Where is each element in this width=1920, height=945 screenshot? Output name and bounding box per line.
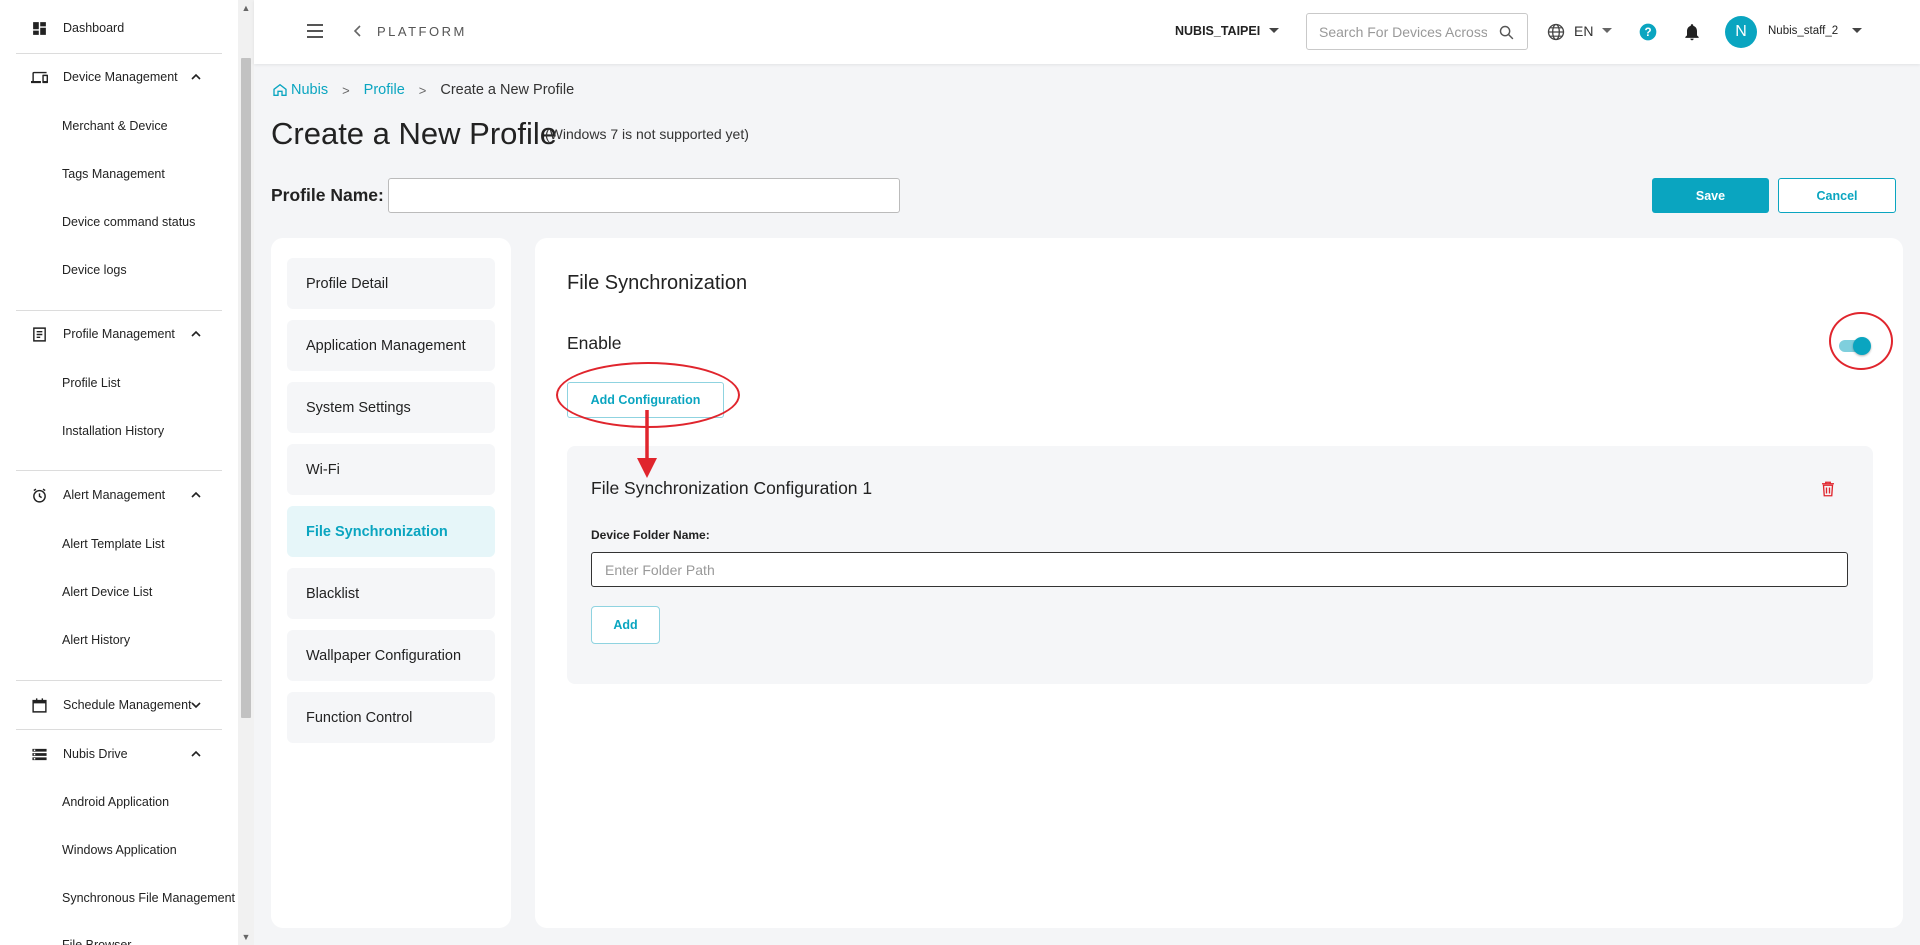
sidebar-item-installation-history[interactable]: Installation History: [62, 421, 164, 441]
configuration-title: File Synchronization Configuration 1: [591, 478, 873, 498]
caret-down-icon[interactable]: [1602, 28, 1612, 33]
enable-toggle[interactable]: [1837, 336, 1871, 356]
sidebar-item-dashboard[interactable]: Dashboard: [16, 10, 222, 46]
sidebar-item-device-command-status[interactable]: Device command status: [62, 212, 195, 232]
chevron-up-icon: [190, 748, 202, 760]
profile-name-label: Profile Name:: [271, 185, 384, 205]
chevron-up-icon: [190, 71, 202, 83]
breadcrumb-current: Create a New Profile: [440, 82, 575, 98]
scroll-up-arrow[interactable]: ▲: [241, 3, 251, 13]
add-folder-button[interactable]: Add: [591, 606, 660, 644]
sidebar-scrollbar[interactable]: ▲ ▼: [238, 0, 254, 945]
organization-selector[interactable]: NUBIS_TAIPEI: [1175, 24, 1260, 38]
file-sync-panel: File Synchronization Enable Add Configur…: [535, 238, 1903, 928]
dashboard-icon: [30, 19, 48, 37]
sidebar-item-alert-history[interactable]: Alert History: [62, 630, 130, 650]
nav-wallpaper-configuration[interactable]: Wallpaper Configuration: [287, 630, 495, 681]
breadcrumb-profile[interactable]: Profile: [364, 82, 405, 98]
alarm-icon: [30, 486, 48, 504]
nav-application-management[interactable]: Application Management: [287, 320, 495, 371]
nav-system-settings[interactable]: System Settings: [287, 382, 495, 433]
home-icon[interactable]: [272, 82, 288, 98]
platform-label: PLATFORM: [377, 24, 467, 39]
sidebar-item-profile-list[interactable]: Profile List: [62, 373, 120, 393]
search-icon[interactable]: [1498, 24, 1515, 41]
calendar-icon: [30, 696, 48, 714]
sidebar-group-profile-management[interactable]: Profile Management: [16, 316, 222, 352]
folder-path-input[interactable]: [591, 552, 1848, 587]
sidebar-group-nubis-drive[interactable]: Nubis Drive: [16, 736, 222, 772]
chevron-up-icon: [190, 328, 202, 340]
add-configuration-button[interactable]: Add Configuration: [567, 382, 724, 418]
page-note: (Windows 7 is not supported yet): [545, 126, 749, 142]
sidebar-item-android-application[interactable]: Android Application: [62, 792, 169, 812]
username[interactable]: Nubis_staff_2: [1768, 25, 1838, 37]
page-title: Create a New Profile: [271, 116, 558, 151]
trash-icon[interactable]: [1819, 480, 1837, 498]
breadcrumb-separator: >: [342, 82, 350, 98]
breadcrumb: Nubis > Profile > Create a New Profile: [272, 82, 574, 98]
breadcrumb-home[interactable]: Nubis: [291, 82, 328, 98]
sidebar-item-device-logs[interactable]: Device logs: [62, 260, 127, 280]
divider: [16, 470, 222, 471]
sidebar-group-alert-management[interactable]: Alert Management: [16, 477, 222, 513]
sidebar-group-device-management[interactable]: Device Management: [16, 59, 222, 95]
devices-icon: [30, 68, 48, 86]
svg-text:?: ?: [1644, 26, 1651, 39]
sidebar: Dashboard Device Management Merchant & D…: [0, 0, 238, 945]
nav-file-synchronization[interactable]: File Synchronization: [287, 506, 495, 557]
sidebar-item-synchronous-file-management[interactable]: Synchronous File Management: [62, 888, 235, 908]
sidebar-item-alert-device-list[interactable]: Alert Device List: [62, 582, 152, 602]
sidebar-item-merchant-device[interactable]: Merchant & Device: [62, 116, 168, 136]
caret-down-icon[interactable]: [1852, 28, 1862, 33]
folder-name-label: Device Folder Name:: [591, 528, 710, 542]
configuration-card: File Synchronization Configuration 1 Dev…: [567, 446, 1873, 684]
storage-icon: [30, 745, 48, 763]
save-button[interactable]: Save: [1652, 178, 1769, 213]
breadcrumb-separator: >: [418, 82, 427, 98]
sidebar-item-windows-application[interactable]: Windows Application: [62, 840, 177, 860]
language-selector[interactable]: EN: [1574, 23, 1593, 39]
chevron-left-icon[interactable]: [352, 24, 364, 38]
globe-icon[interactable]: [1546, 22, 1566, 42]
enable-label: Enable: [567, 333, 622, 353]
scroll-down-arrow[interactable]: ▼: [241, 932, 251, 942]
sidebar-item-file-browser[interactable]: File Browser: [62, 935, 131, 945]
divider: [16, 53, 222, 54]
sidebar-item-label: Schedule Management: [63, 698, 192, 712]
bell-icon[interactable]: [1682, 22, 1702, 42]
sidebar-item-label: Alert Management: [63, 488, 166, 502]
chevron-up-icon: [190, 489, 202, 501]
device-search: [1306, 13, 1528, 50]
sidebar-item-label: Dashboard: [63, 21, 125, 35]
nav-blacklist[interactable]: Blacklist: [287, 568, 495, 619]
section-title: File Synchronization: [567, 272, 748, 294]
sidebar-item-label: Device Management: [63, 70, 178, 84]
help-icon[interactable]: ?: [1638, 22, 1658, 42]
profile-name-input[interactable]: [388, 178, 900, 213]
sidebar-item-label: Nubis Drive: [63, 747, 128, 761]
nav-profile-detail[interactable]: Profile Detail: [287, 258, 495, 309]
nav-wifi[interactable]: Wi-Fi: [287, 444, 495, 495]
divider: [16, 310, 222, 311]
search-input[interactable]: [1307, 14, 1487, 49]
sidebar-item-tags-management[interactable]: Tags Management: [62, 164, 165, 184]
chevron-down-icon: [190, 699, 202, 711]
cancel-button[interactable]: Cancel: [1778, 178, 1896, 213]
toggle-knob: [1853, 337, 1871, 355]
nav-function-control[interactable]: Function Control: [287, 692, 495, 743]
profile-list-icon: [30, 325, 48, 343]
sidebar-item-label: Profile Management: [63, 327, 175, 341]
divider: [16, 729, 222, 730]
sidebar-group-schedule-management[interactable]: Schedule Management: [16, 687, 222, 723]
divider: [16, 680, 222, 681]
avatar[interactable]: N: [1725, 16, 1757, 48]
top-header: PLATFORM NUBIS_TAIPEI EN ? N Nubis_staff…: [254, 0, 1920, 64]
menu-icon[interactable]: [306, 22, 324, 40]
scrollbar-thumb[interactable]: [241, 58, 251, 718]
caret-down-icon[interactable]: [1269, 28, 1279, 33]
sidebar-item-alert-template-list[interactable]: Alert Template List: [62, 534, 165, 554]
profile-section-nav: Profile Detail Application Management Sy…: [271, 238, 511, 928]
